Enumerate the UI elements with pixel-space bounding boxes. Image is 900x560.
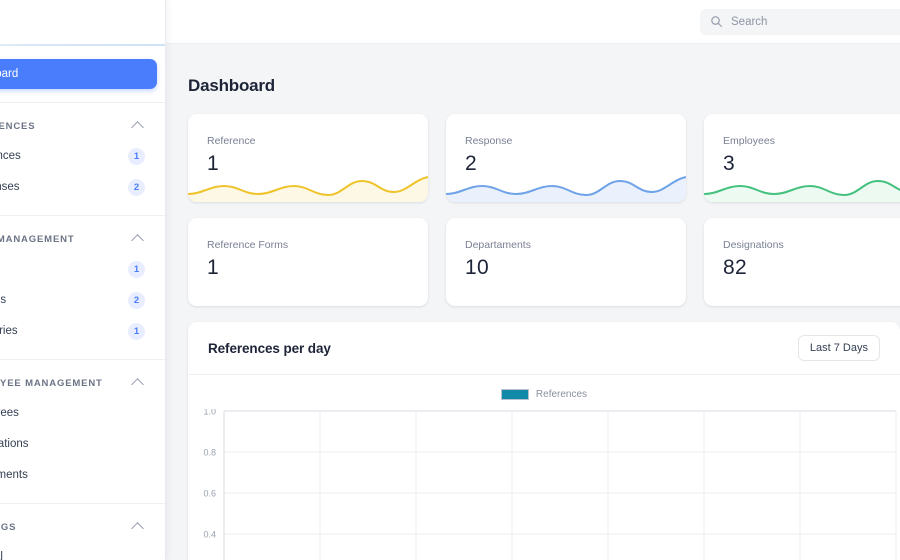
sidebar-item-label: Categories xyxy=(0,325,18,337)
sidebar-section-settings: SETTINGS General xyxy=(0,504,165,560)
date-range-select[interactable]: Last 7 Days xyxy=(797,335,880,361)
chevron-up-icon xyxy=(131,378,144,391)
stat-card-value: 10 xyxy=(465,256,489,279)
sidebar-item-badge: 1 xyxy=(128,322,145,340)
sidebar-section-title: SETTINGS xyxy=(0,521,17,533)
sidebar-item-designations[interactable]: Designations xyxy=(0,429,157,459)
sidebar-item-label: References xyxy=(0,150,21,162)
search-box[interactable] xyxy=(700,8,900,35)
chart-title: References per day xyxy=(208,340,331,356)
chart-body: References 1.00.80.60.40.2 xyxy=(188,375,900,560)
sidebar-primary-group: Dashboard xyxy=(0,46,165,103)
sidebar-item-references[interactable]: References 1 xyxy=(0,141,157,171)
stat-card-employees[interactable]: Employees 3 xyxy=(704,114,900,202)
sidebar-section-header-references[interactable]: REFERENCES xyxy=(0,113,157,139)
sidebar-section-references: REFERENCES References 1 Responses 2 xyxy=(0,103,165,216)
search-input[interactable] xyxy=(731,15,898,28)
legend-label-references: References xyxy=(535,389,588,400)
sidebar-item-responses[interactable]: Responses 2 xyxy=(0,172,157,202)
sparkline-response xyxy=(446,168,686,202)
sidebar-item-badge: 2 xyxy=(128,178,145,196)
sidebar-item-categories[interactable]: Categories 1 xyxy=(0,316,157,346)
stat-card-reference-forms[interactable]: Reference Forms 1 xyxy=(188,218,428,306)
references-per-day-panel: References per day Last 7 Days Reference… xyxy=(188,322,900,560)
sparkline-employees xyxy=(704,168,900,202)
sidebar: f Dashboard REFERENCES References 1 Resp… xyxy=(0,0,166,560)
sidebar-item-forms[interactable]: Forms 1 xyxy=(0,254,157,284)
sidebar-item-departments[interactable]: Departments xyxy=(0,460,157,490)
sidebar-section-header-form-management[interactable]: FORM MANAGEMENT xyxy=(0,226,157,252)
stat-card-label: Employees xyxy=(723,135,775,147)
chart-header: References per day Last 7 Days xyxy=(188,322,900,375)
main-content: Dashboard Reference 1 Response 2 Employe… xyxy=(166,44,900,560)
chart-y-tick: 0.8 xyxy=(203,448,216,458)
sidebar-item-label: Responses xyxy=(0,181,20,193)
sidebar-item-dashboard[interactable]: Dashboard xyxy=(0,59,157,89)
chart-y-tick: 0.6 xyxy=(203,489,216,499)
chart-y-tick: 1.0 xyxy=(203,409,216,417)
chart-svg: 1.00.80.60.40.2 xyxy=(203,409,897,560)
sidebar-item-employees[interactable]: Employees xyxy=(0,398,157,428)
sidebar-item-label: Designations xyxy=(0,438,29,450)
stat-card-departaments[interactable]: Departaments 10 xyxy=(446,218,686,306)
sidebar-item-label: Dashboard xyxy=(0,68,19,80)
sidebar-item-label: General xyxy=(0,551,3,560)
sparkline-reference xyxy=(188,168,428,202)
sidebar-section-employee-management: EMPLOYEE MANAGEMENT Employees Designatio… xyxy=(0,360,165,504)
sidebar-item-label: Sections xyxy=(0,294,7,306)
chart-legend: References xyxy=(188,389,900,400)
brand-logo[interactable]: f xyxy=(0,0,165,44)
sidebar-item-general[interactable]: General xyxy=(0,542,157,560)
app-root: f Dashboard REFERENCES References 1 Resp… xyxy=(0,0,900,560)
top-bar xyxy=(166,0,900,44)
chart-plot-area: 1.00.80.60.40.2 xyxy=(188,409,900,560)
sidebar-section-form-management: FORM MANAGEMENT Forms 1 Sections 2 Categ… xyxy=(0,216,165,360)
sidebar-item-sections[interactable]: Sections 2 xyxy=(0,285,157,315)
stat-card-row-1: Reference 1 Response 2 Employees 3 xyxy=(188,114,900,202)
sidebar-item-badge: 1 xyxy=(128,260,145,278)
chevron-up-icon xyxy=(131,522,144,535)
page-title: Dashboard xyxy=(188,76,275,95)
search-icon xyxy=(711,16,722,27)
sidebar-item-badge: 1 xyxy=(128,147,145,165)
stat-card-value: 1 xyxy=(207,256,219,279)
sidebar-section-title: EMPLOYEE MANAGEMENT xyxy=(0,377,103,389)
chart-y-tick: 0.4 xyxy=(203,530,216,540)
stat-card-label: Departaments xyxy=(465,239,531,251)
date-range-label: Last 7 Days xyxy=(809,342,868,354)
sidebar-item-label: Employees xyxy=(0,407,19,419)
stat-card-label: Reference xyxy=(207,135,256,147)
sidebar-item-label: Departments xyxy=(0,469,28,481)
sidebar-section-header-settings[interactable]: SETTINGS xyxy=(0,514,157,540)
sidebar-section-title: FORM MANAGEMENT xyxy=(0,233,75,245)
stat-card-designations[interactable]: Designations 82 xyxy=(704,218,900,306)
legend-swatch-references[interactable] xyxy=(500,389,529,400)
chevron-up-icon xyxy=(131,234,144,247)
stat-card-reference[interactable]: Reference 1 xyxy=(188,114,428,202)
stat-card-label: Reference Forms xyxy=(207,239,289,251)
sidebar-item-badge: 2 xyxy=(128,291,145,309)
stat-card-response[interactable]: Response 2 xyxy=(446,114,686,202)
sidebar-section-header-employee-management[interactable]: EMPLOYEE MANAGEMENT xyxy=(0,370,157,396)
stat-card-row-2: Reference Forms 1 Departaments 10 Design… xyxy=(188,218,900,306)
chevron-up-icon xyxy=(131,121,144,134)
stat-card-label: Response xyxy=(465,135,513,147)
stat-card-label: Designations xyxy=(723,239,784,251)
sidebar-section-title: REFERENCES xyxy=(0,120,36,132)
stat-card-value: 82 xyxy=(723,256,747,279)
